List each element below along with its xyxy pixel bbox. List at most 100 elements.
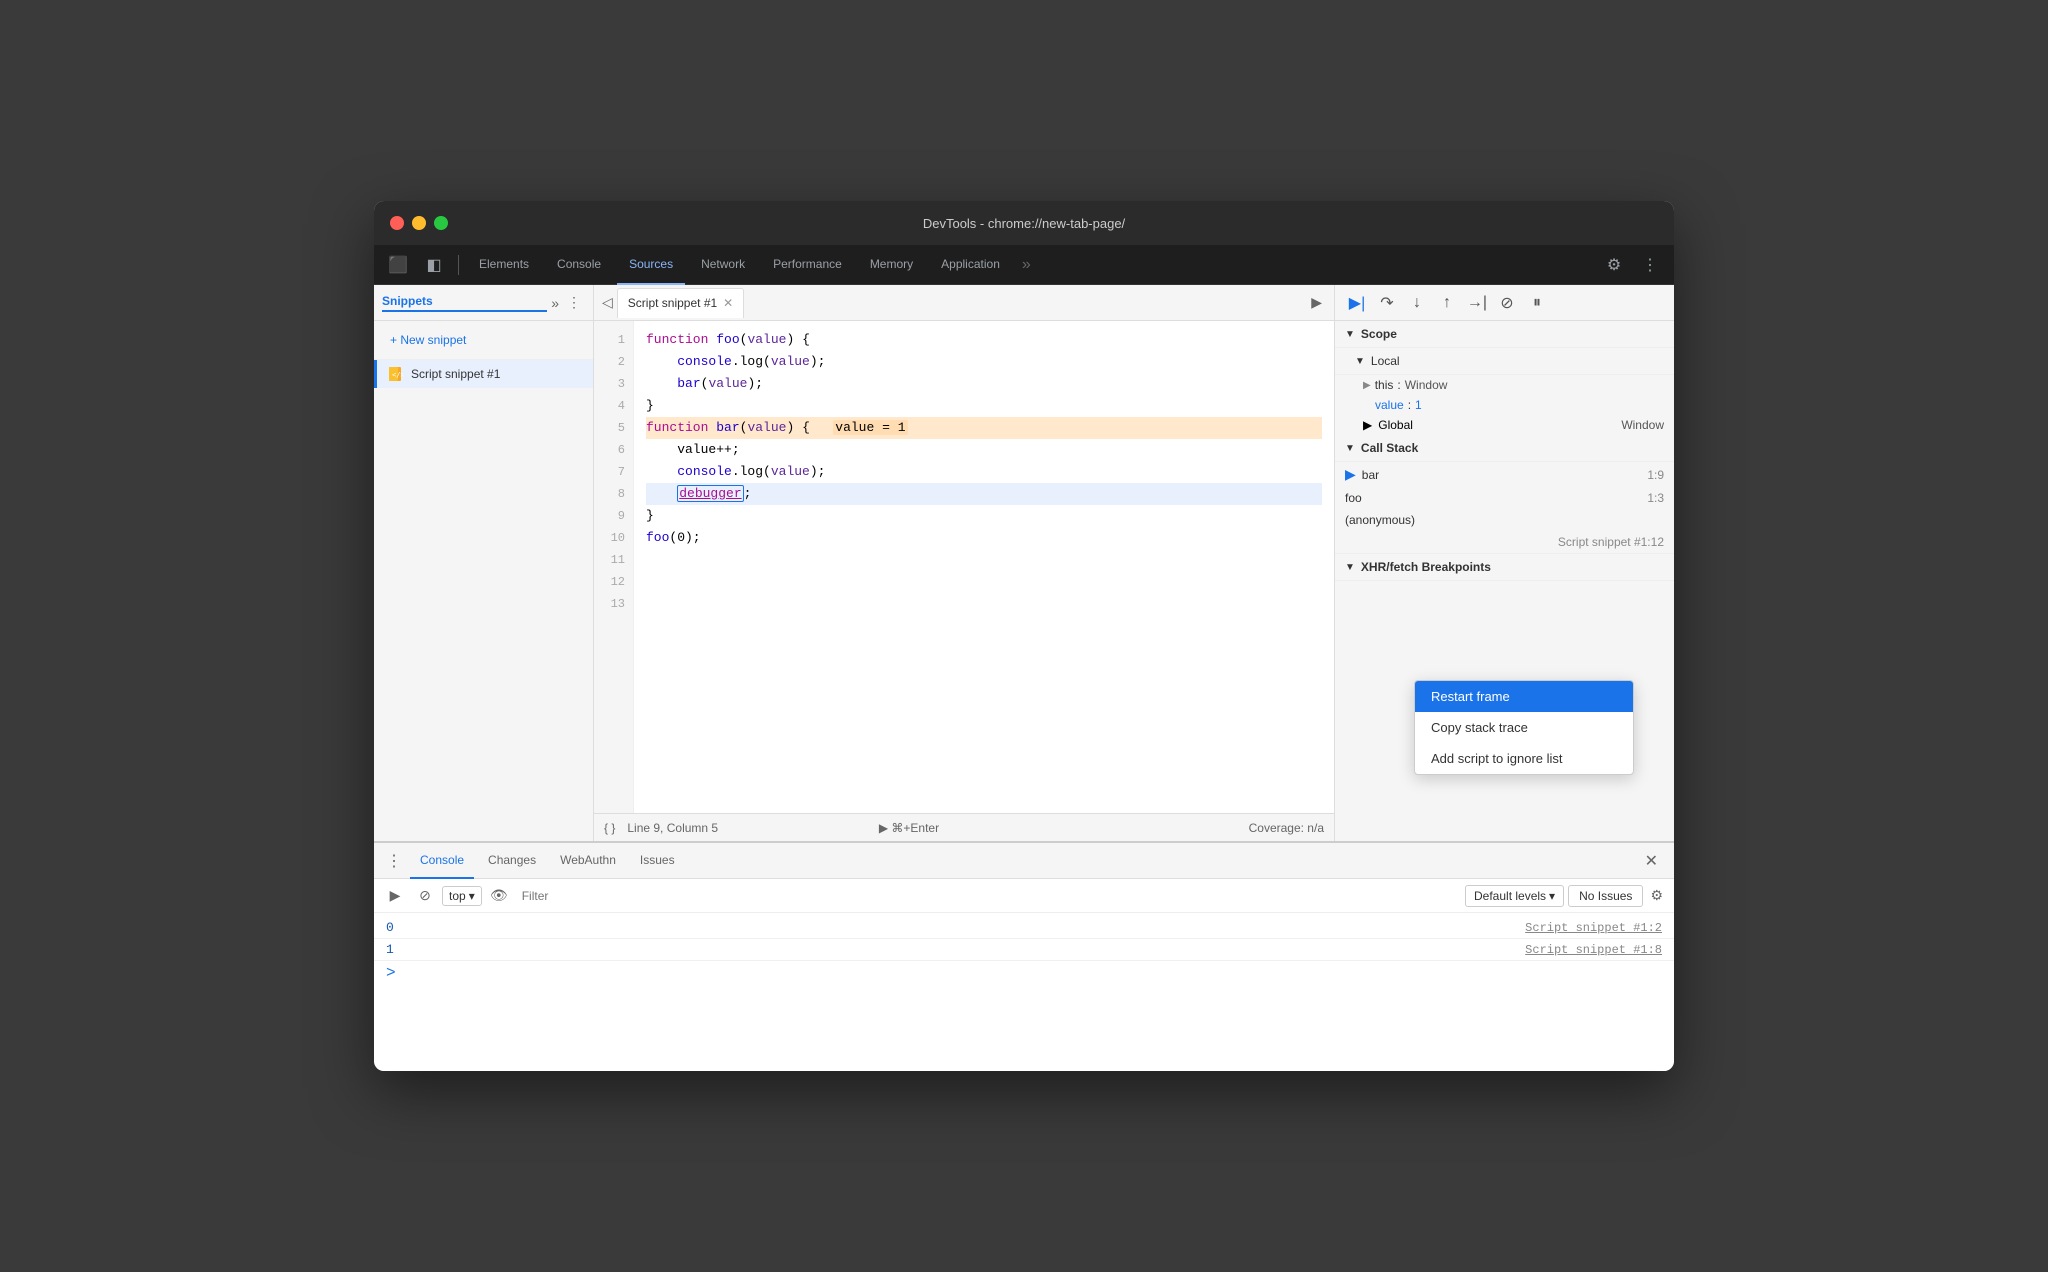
deactivate-btn[interactable]: ⊘ (1493, 289, 1521, 317)
tab-sources[interactable]: Sources (617, 245, 685, 285)
step-over-btn[interactable]: ↷ (1373, 289, 1401, 317)
xhr-title: XHR/fetch Breakpoints (1361, 560, 1491, 574)
step-btn[interactable]: →| (1463, 289, 1491, 317)
snippet-list: </> Script snippet #1 (374, 360, 593, 841)
step-out-btn[interactable]: ↑ (1433, 289, 1461, 317)
more-tabs-button[interactable]: » (1016, 252, 1037, 278)
console-row-1: 1 Script snippet #1:8 (374, 939, 1674, 961)
console-block-btn[interactable]: ⊘ (412, 883, 438, 909)
callstack-item-anon[interactable]: (anonymous) (1335, 509, 1674, 531)
code-line-2: console.log(value); (646, 351, 1322, 373)
editor-file-close-icon[interactable]: ✕ (723, 296, 733, 310)
settings-icon-btn[interactable]: ⚙ (1598, 251, 1630, 279)
bottom-panel-close-btn[interactable]: ✕ (1637, 847, 1666, 875)
local-title: Local (1371, 354, 1400, 368)
line-num-9: 9 (594, 505, 633, 527)
line-num-7: 7 (594, 461, 633, 483)
console-source-1[interactable]: Script snippet #1:8 (1525, 943, 1662, 957)
tab-performance[interactable]: Performance (761, 245, 854, 285)
live-expressions-btn[interactable]: 👁 (486, 883, 512, 909)
scope-title: Scope (1361, 327, 1397, 341)
this-key: this (1375, 378, 1394, 392)
sidebar-menu-btn[interactable]: ⋮ (563, 292, 585, 313)
tab-elements[interactable]: Elements (467, 245, 541, 285)
line-num-11: 11 (594, 549, 633, 571)
line-num-4: 4 (594, 395, 633, 417)
bottom-tab-changes[interactable]: Changes (478, 843, 546, 879)
value-key: value (1375, 398, 1404, 412)
code-editor[interactable]: 1 2 3 4 5 6 7 8 9 10 11 12 13 function f… (594, 321, 1334, 813)
tab-memory[interactable]: Memory (858, 245, 925, 285)
xhr-header[interactable]: ▼ XHR/fetch Breakpoints (1335, 553, 1674, 581)
tab-application[interactable]: Application (929, 245, 1012, 285)
pause-exceptions-btn[interactable]: ⏸ (1523, 289, 1551, 317)
local-triangle: ▼ (1355, 356, 1365, 367)
callstack-name-anon: (anonymous) (1345, 513, 1415, 527)
tab-console[interactable]: Console (545, 245, 613, 285)
more-options-btn[interactable]: ⋮ (1634, 251, 1666, 279)
callstack-item-bar[interactable]: ▶ bar 1:9 (1335, 462, 1674, 487)
local-header[interactable]: ▼ Local (1335, 348, 1674, 375)
console-val-1: 1 (386, 942, 394, 957)
editor-run-button[interactable]: ▶ (1303, 290, 1330, 315)
callstack-item-foo[interactable]: foo 1:3 (1335, 487, 1674, 509)
line-num-10: 10 (594, 527, 633, 549)
global-header[interactable]: ▶ Global Window (1335, 415, 1674, 435)
sidebar-actions: + New snippet (374, 321, 593, 360)
filter-input[interactable] (516, 887, 1461, 905)
format-icon[interactable]: { } (604, 821, 615, 835)
default-levels-button[interactable]: Default levels ▾ (1465, 885, 1564, 907)
no-issues-button[interactable]: No Issues (1568, 885, 1643, 907)
step-into-btn[interactable]: ↓ (1403, 289, 1431, 317)
bottom-tab-menu-btn[interactable]: ⋮ (382, 847, 406, 875)
console-settings-btn[interactable]: ⚙ (1647, 884, 1666, 907)
console-toolbar: ▶ ⊘ top ▾ 👁 Default levels ▾ No Issues ⚙ (374, 879, 1674, 913)
resume-btn[interactable]: ▶| (1343, 289, 1371, 317)
callstack-loc-foo: 1:3 (1647, 491, 1664, 505)
callstack-header[interactable]: ▼ Call Stack (1335, 435, 1674, 462)
tab-network[interactable]: Network (689, 245, 757, 285)
close-button[interactable] (390, 216, 404, 230)
bottom-tab-webauthn[interactable]: WebAuthn (550, 843, 626, 879)
code-line-10: } (646, 505, 1322, 527)
snippet-item[interactable]: </> Script snippet #1 (374, 360, 593, 388)
console-prompt[interactable]: > (374, 961, 1674, 985)
console-run-btn[interactable]: ▶ (382, 883, 408, 909)
this-value: Window (1405, 378, 1448, 392)
coverage-label: Coverage: n/a (1249, 821, 1324, 835)
maximize-button[interactable] (434, 216, 448, 230)
context-menu-copy-stack[interactable]: Copy stack trace (1415, 712, 1633, 743)
value-item: value: 1 (1335, 395, 1674, 415)
line-num-5: 5 (594, 417, 633, 439)
global-triangle: ▶ (1363, 418, 1372, 432)
bottom-tab-issues[interactable]: Issues (630, 843, 685, 879)
code-line-1: function foo(value) { (646, 329, 1322, 351)
run-label[interactable]: ▶ ⌘+Enter (879, 821, 939, 835)
value-val: 1 (1415, 398, 1422, 412)
code-line-6: function bar(value) { value = 1 (646, 417, 1322, 439)
context-menu-add-ignore[interactable]: Add script to ignore list (1415, 743, 1633, 774)
global-title: Global (1378, 418, 1413, 432)
console-source-0[interactable]: Script snippet #1:2 (1525, 921, 1662, 935)
scope-header[interactable]: ▼ Scope (1335, 321, 1674, 348)
callstack-item-source[interactable]: Script snippet #1:12 (1335, 531, 1674, 553)
editor-tabs: ◁ Script snippet #1 ✕ ▶ (594, 285, 1334, 321)
device-icon-btn[interactable]: ◧ (418, 251, 450, 279)
callstack-name-foo: foo (1345, 491, 1362, 505)
new-snippet-button[interactable]: + New snippet (384, 329, 472, 351)
line-num-1: 1 (594, 329, 633, 351)
bottom-tab-console[interactable]: Console (410, 843, 474, 879)
cursor-icon-btn[interactable]: ⬛ (382, 251, 414, 279)
top-dropdown[interactable]: top ▾ (442, 886, 482, 906)
console-row-0: 0 Script snippet #1:2 (374, 917, 1674, 939)
editor-file-tab[interactable]: Script snippet #1 ✕ (617, 288, 744, 318)
status-bar: { } Line 9, Column 5 ▶ ⌘+Enter Coverage:… (594, 813, 1334, 841)
line-num-13: 13 (594, 593, 633, 615)
callstack-name-bar: bar (1362, 468, 1379, 482)
context-menu-restart-frame[interactable]: Restart frame (1415, 681, 1633, 712)
minimize-button[interactable] (412, 216, 426, 230)
debugger-toolbar: ▶| ↷ ↓ ↑ →| ⊘ ⏸ (1335, 285, 1674, 321)
sidebar-more-btn[interactable]: » (547, 293, 563, 313)
run-shortcut: ▶ ⌘+Enter (879, 821, 939, 835)
editor-back-btn[interactable]: ◁ (598, 290, 617, 315)
